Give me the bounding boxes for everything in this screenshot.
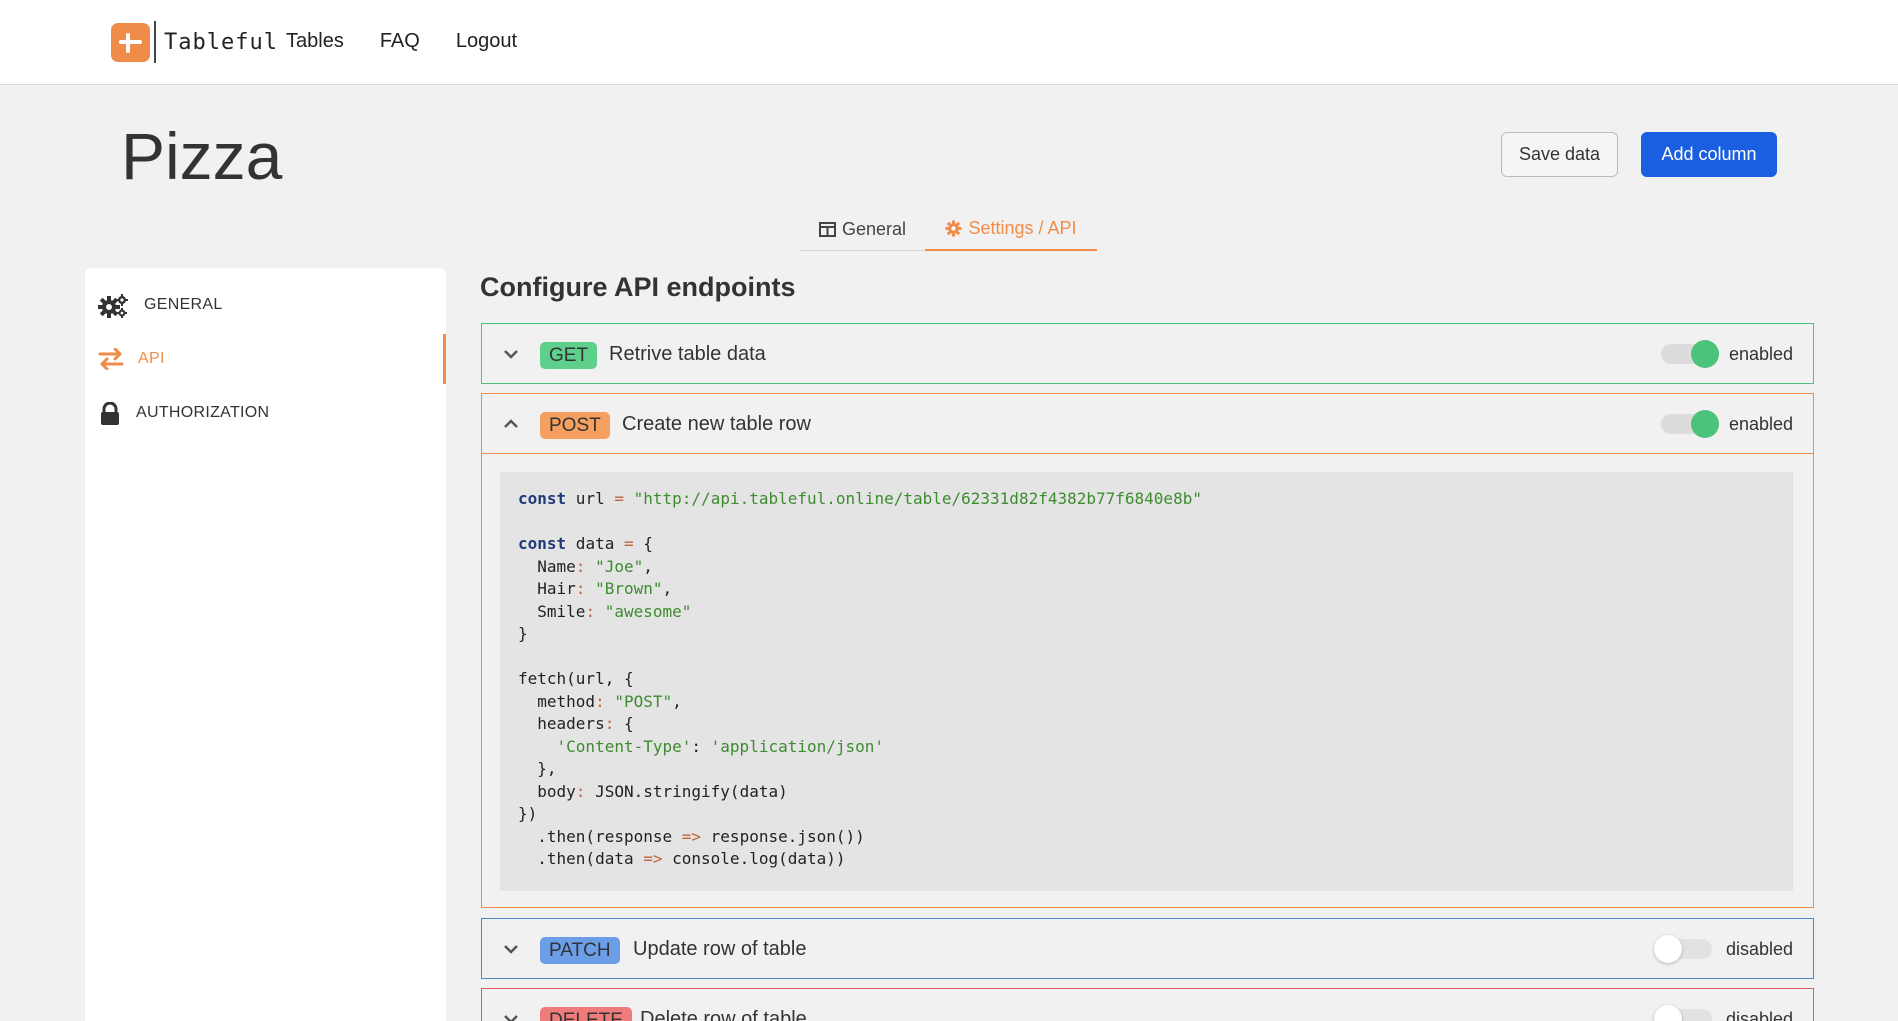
endpoint-post: POST Create new table row enabled const … — [481, 393, 1814, 908]
endpoint-delete-status: disabled — [1726, 1009, 1794, 1021]
tab-settings-api[interactable]: Settings / API — [925, 208, 1097, 251]
logo-divider — [154, 21, 156, 63]
toggle-knob — [1654, 1005, 1682, 1021]
chevron-down-icon — [503, 1011, 519, 1021]
tab-settings-label: Settings / API — [968, 218, 1077, 238]
main-nav: Tables FAQ Logout — [286, 30, 517, 53]
method-badge-post: POST — [540, 412, 610, 439]
code-line: }, — [518, 759, 557, 778]
chevron-down-icon — [503, 346, 519, 362]
add-column-button[interactable]: Add column — [1641, 132, 1777, 177]
code-line: Name: "Joe", — [518, 556, 653, 576]
endpoint-get: GET Retrive table data enabled — [481, 323, 1814, 384]
table-icon — [818, 222, 836, 237]
top-navbar: Tableful Tables FAQ Logout — [0, 0, 1898, 85]
code-line: method: "POST", — [518, 691, 682, 711]
toggle-knob — [1691, 410, 1719, 438]
endpoint-get-header[interactable]: GET Retrive table data enabled — [482, 324, 1813, 384]
chevron-up-icon — [503, 416, 519, 432]
endpoint-patch: PATCH Update row of table disabled — [481, 918, 1814, 979]
sidebar-item-authorization-label: AUTHORIZATION — [136, 404, 270, 421]
endpoint-post-toggle[interactable] — [1661, 410, 1719, 438]
code-line: 'Content-Type': 'application/json' — [556, 736, 885, 756]
endpoint-post-label: Create new table row — [622, 413, 811, 435]
nav-link-faq[interactable]: FAQ — [380, 30, 420, 53]
tab-general-label: General — [841, 219, 907, 239]
toggle-knob — [1654, 935, 1682, 963]
endpoint-delete-label: Delete row of table — [640, 1008, 807, 1021]
code-line: const url = "http://api.tableful.online/… — [518, 489, 1202, 508]
code-line: } — [518, 624, 528, 643]
code-line: .then(data => console.log(data)) — [518, 849, 846, 868]
gears-icon — [98, 294, 128, 318]
endpoint-patch-header[interactable]: PATCH Update row of table disabled — [482, 919, 1813, 979]
code-line: .then(response => response.json()) — [518, 826, 865, 846]
endpoint-delete: DELETE Delete row of table disabled — [481, 988, 1814, 1021]
logo-text: Tableful — [164, 29, 278, 55]
code-line: fetch(url, { — [518, 669, 634, 688]
code-snippet: const url = "http://api.tableful.online/… — [500, 472, 1793, 891]
sidebar-item-api[interactable]: API — [85, 334, 446, 384]
code-line: }) — [518, 804, 538, 823]
chevron-down-icon — [503, 941, 519, 957]
sidebar-item-api-label: API — [138, 350, 165, 367]
endpoint-delete-header[interactable]: DELETE Delete row of table disabled — [482, 989, 1813, 1021]
endpoint-patch-label: Update row of table — [633, 938, 807, 960]
sidebar-item-authorization[interactable]: AUTHORIZATION — [85, 388, 446, 438]
toggle-knob — [1691, 340, 1719, 368]
endpoint-get-label: Retrive table data — [609, 343, 766, 365]
code-line: Hair: "Brown", — [518, 579, 673, 598]
nav-link-logout[interactable]: Logout — [456, 30, 517, 53]
exchange-arrows-icon — [98, 347, 128, 372]
page-tabs: General Settings / API — [800, 208, 1097, 251]
lock-icon — [98, 401, 128, 426]
endpoint-delete-toggle[interactable] — [1654, 1005, 1712, 1021]
method-badge-delete: DELETE — [540, 1007, 632, 1021]
gear-icon — [945, 220, 962, 237]
code-line: body: JSON.stringify(data) — [518, 781, 788, 801]
endpoint-get-toggle[interactable] — [1661, 340, 1719, 368]
sidebar-item-general[interactable]: GENERAL — [85, 280, 446, 330]
endpoint-post-status: enabled — [1729, 414, 1794, 434]
settings-sidebar: GENERAL API AUTHORIZATION — [85, 268, 446, 1021]
code-line: headers: { — [518, 714, 634, 733]
section-title: Configure API endpoints — [480, 272, 796, 302]
nav-link-tables[interactable]: Tables — [286, 30, 344, 53]
code-line: const data = { — [518, 534, 653, 553]
endpoint-post-header[interactable]: POST Create new table row enabled — [482, 394, 1813, 454]
endpoint-get-status: enabled — [1729, 344, 1794, 364]
page-title: Pizza — [121, 119, 283, 193]
tableful-logo[interactable]: Tableful — [111, 21, 278, 63]
save-data-button[interactable]: Save data — [1501, 132, 1618, 177]
method-badge-get: GET — [540, 342, 598, 369]
method-badge-patch: PATCH — [540, 937, 620, 964]
endpoint-patch-status: disabled — [1726, 939, 1794, 959]
sidebar-item-general-label: GENERAL — [144, 296, 223, 313]
endpoint-patch-toggle[interactable] — [1654, 935, 1712, 963]
tab-general[interactable]: General — [800, 208, 925, 251]
tableful-logo-mark — [111, 22, 150, 62]
code-line: Smile: "awesome" — [518, 601, 692, 621]
